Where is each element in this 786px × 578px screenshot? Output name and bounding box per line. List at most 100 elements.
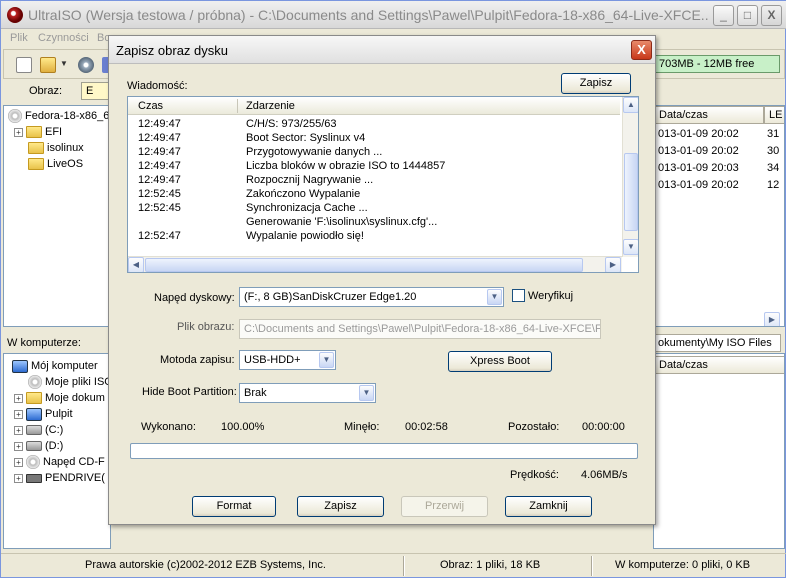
save-log-button[interactable]: Zapisz: [561, 73, 631, 94]
log-vertical-scrollbar[interactable]: ▲ ▼: [622, 97, 638, 257]
expand-icon[interactable]: +: [14, 409, 23, 419]
close-button[interactable]: Zamknij: [505, 496, 592, 517]
elapsed-value: 00:02:58: [405, 421, 448, 433]
log-event: Generowanie 'F:\isolinux\syslinux.cfg'..…: [246, 216, 438, 228]
column-separator: [237, 99, 238, 113]
log-row[interactable]: Generowanie 'F:\isolinux\syslinux.cfg'..…: [128, 216, 620, 230]
list-item[interactable]: 013-01-09 20:02: [658, 145, 739, 157]
log-row[interactable]: 12:52:47 Wypalanie powiodło się!: [128, 230, 620, 244]
expand-icon[interactable]: +: [14, 457, 23, 467]
scroll-thumb[interactable]: [145, 258, 583, 272]
new-file-icon[interactable]: [16, 57, 32, 73]
expand-icon[interactable]: +: [14, 441, 23, 451]
tree-item-pendrive[interactable]: + PENDRIVE(: [14, 470, 105, 486]
column-header-le[interactable]: LE: [764, 106, 784, 124]
verify-checkbox[interactable]: [512, 289, 525, 302]
tree-item-liveos[interactable]: LiveOS: [28, 156, 83, 172]
log-event: Boot Sector: Syslinux v4: [246, 132, 366, 144]
event-log: Czas Zdarzenie 12:49:47 C/H/S: 973/255/63…: [127, 96, 639, 273]
expand-icon[interactable]: +: [14, 393, 23, 403]
log-event: Zakończono Wypalanie: [246, 188, 361, 200]
log-time: 12:52:47: [138, 230, 181, 242]
chevron-down-icon[interactable]: ▼: [319, 352, 334, 368]
column-header-date[interactable]: Data/czas: [654, 106, 764, 124]
tree-item-label: EFI: [45, 126, 63, 138]
status-bar: Prawa autorskie (c)2002-2012 EZB Systems…: [1, 553, 786, 577]
open-folder-icon[interactable]: [40, 57, 56, 73]
log-row[interactable]: 12:52:45 Synchronizacja Cache ...: [128, 202, 620, 216]
dialog-title-bar: Zapisz obraz dysku X: [109, 36, 655, 64]
iso-root-item[interactable]: Fedora-18-x86_6: [8, 108, 109, 124]
tree-item-label: LiveOS: [47, 158, 84, 170]
scroll-up-arrow[interactable]: ▲: [623, 97, 638, 113]
log-row[interactable]: 12:52:45 Zakończono Wypalanie: [128, 188, 620, 202]
log-row[interactable]: 12:49:47 Liczba bloków w obrazie ISO to 1…: [128, 160, 620, 174]
scroll-thumb[interactable]: [624, 153, 638, 231]
log-header: Czas Zdarzenie: [128, 97, 620, 115]
list-item[interactable]: 013-01-09 20:03: [658, 162, 739, 174]
extract-icon[interactable]: [78, 57, 94, 73]
drive-select[interactable]: (F:, 8 GB)SanDiskCruzer Edge1.20 ▼: [239, 287, 504, 307]
tree-item-efi[interactable]: + EFI: [14, 124, 62, 140]
list-item-le: 34: [767, 162, 780, 174]
scroll-down-arrow[interactable]: ▼: [623, 239, 638, 255]
expand-icon[interactable]: +: [14, 425, 23, 435]
scroll-right-arrow[interactable]: ▶: [605, 257, 621, 272]
size-meter: 703MB - 12MB free: [654, 55, 780, 73]
remaining-label: Pozostało:: [508, 421, 560, 433]
write-method-select[interactable]: USB-HDD+ ▼: [239, 350, 336, 370]
log-row[interactable]: 12:49:47 Boot Sector: Syslinux v4: [128, 132, 620, 146]
tree-item-label: Moje pliki ISO: [45, 376, 111, 388]
tree-item-cd-drive[interactable]: + Napęd CD-F: [14, 454, 105, 470]
close-window-button[interactable]: X: [761, 5, 782, 26]
log-event: Wypalanie powiodło się!: [246, 230, 364, 242]
menu-file[interactable]: Plik: [10, 32, 28, 44]
list-item[interactable]: 013-01-09 20:02: [658, 179, 739, 191]
column-header-date[interactable]: Data/czas: [654, 356, 784, 374]
tree-item-drive-d[interactable]: + (D:): [14, 438, 63, 454]
column-header-event[interactable]: Zdarzenie: [246, 100, 295, 112]
expand-icon[interactable]: +: [14, 473, 23, 483]
format-button[interactable]: Format: [192, 496, 276, 517]
chevron-down-icon[interactable]: ▼: [487, 289, 502, 305]
remaining-value: 00:00:00: [582, 421, 625, 433]
list-item[interactable]: 013-01-09 20:02: [658, 128, 739, 140]
tree-item-drive-c[interactable]: + (C:): [14, 422, 63, 438]
log-row[interactable]: 12:49:47 C/H/S: 973/255/63: [128, 118, 620, 132]
log-time: 12:52:45: [138, 202, 181, 214]
dialog-close-button[interactable]: X: [631, 40, 652, 60]
abort-button[interactable]: Przerwij: [401, 496, 488, 517]
column-header-time[interactable]: Czas: [138, 100, 163, 112]
pc-icon: [12, 359, 28, 373]
log-time: 12:49:47: [138, 118, 181, 130]
hide-boot-partition-label: Hide Boot Partition:: [142, 386, 237, 398]
chevron-down-icon[interactable]: ▼: [359, 385, 374, 401]
tree-item-my-computer[interactable]: Mój komputer: [12, 358, 98, 374]
tree-item-desktop[interactable]: + Pulpit: [14, 406, 73, 422]
tree-item-my-documents[interactable]: + Moje dokum: [14, 390, 105, 406]
log-event: C/H/S: 973/255/63: [246, 118, 337, 130]
expand-icon[interactable]: +: [14, 127, 23, 137]
local-path-field[interactable]: okumenty\My ISO Files: [653, 334, 781, 352]
write-button[interactable]: Zapisz: [297, 496, 384, 517]
local-area-label: W komputerze:: [7, 337, 81, 349]
tree-item-my-iso-files[interactable]: Moje pliki ISO: [28, 374, 111, 390]
image-file-field[interactable]: C:\Documents and Settings\Pawel\Pulpit\F…: [239, 319, 601, 339]
log-row[interactable]: 12:49:47 Przygotowywanie danych ...: [128, 146, 620, 160]
scroll-left-arrow[interactable]: ◀: [128, 257, 144, 272]
log-event: Synchronizacja Cache ...: [246, 202, 368, 214]
menu-actions[interactable]: Czynności: [38, 32, 89, 44]
maximize-button[interactable]: □: [737, 5, 758, 26]
minimize-button[interactable]: _: [713, 5, 734, 26]
xpress-boot-button[interactable]: Xpress Boot: [448, 351, 552, 372]
write-method-label: Motoda zapisu:: [160, 354, 235, 366]
log-time: 12:49:47: [138, 174, 181, 186]
log-row[interactable]: 12:49:47 Rozpocznij Nagrywanie ...: [128, 174, 620, 188]
log-horizontal-scrollbar[interactable]: ◀ ▶: [128, 256, 622, 272]
tree-item-isolinux[interactable]: isolinux: [28, 140, 84, 156]
scroll-right-arrow[interactable]: ▶: [764, 312, 780, 326]
folder-icon: [26, 126, 42, 138]
dropdown-arrow-icon[interactable]: ▼: [60, 59, 68, 75]
hide-boot-partition-select[interactable]: Brak ▼: [239, 383, 376, 403]
log-time: 12:49:47: [138, 132, 181, 144]
